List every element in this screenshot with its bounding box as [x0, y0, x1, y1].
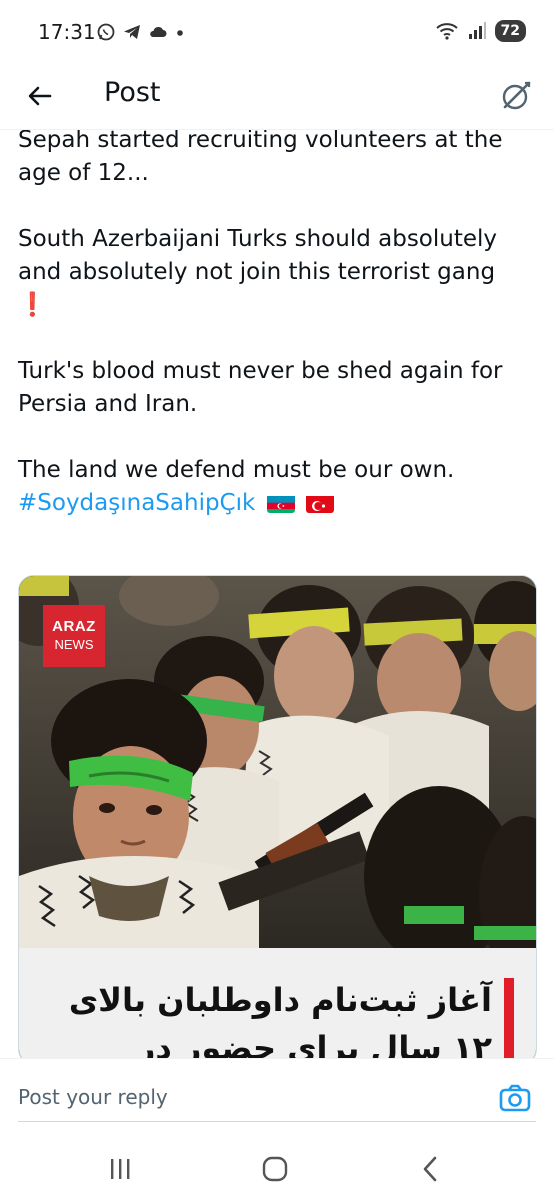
notification-icons [96, 22, 186, 42]
grok-icon [502, 81, 531, 110]
tweet-paragraph: Turk's blood must never be shed again fo… [18, 358, 503, 417]
araz-news-logo: ARAZ NEWS [43, 605, 105, 667]
home-button[interactable] [255, 1154, 295, 1184]
exclamation-emoji: ❗ [18, 292, 47, 318]
recents-button[interactable] [100, 1154, 140, 1184]
hashtag-link[interactable]: #SoydaşınaSahipÇık [18, 490, 255, 516]
reply-divider [18, 1121, 536, 1122]
home-icon [262, 1156, 288, 1182]
caption-accent-bar [504, 978, 514, 1064]
wifi-icon [435, 23, 458, 40]
cloud-icon [150, 26, 167, 37]
camera-button[interactable] [498, 1081, 532, 1115]
news-caption: آغاز ثبت‌نام داوطلبان بالای ۱۲ سال برای … [68, 981, 492, 1065]
whatsapp-icon [97, 23, 115, 41]
reply-bar: Post your reply [0, 1058, 554, 1142]
nav-back-button[interactable] [410, 1154, 450, 1184]
telegram-icon [124, 25, 140, 39]
system-icons: 72 [435, 20, 526, 42]
dot-icon [177, 30, 183, 36]
caption-band: آغاز ثبت‌نام داوطلبان بالای ۱۲ سال برای … [19, 948, 536, 1065]
camera-icon [499, 1084, 531, 1112]
tweet-paragraph: Sepah started recruiting volunteers at t… [18, 127, 503, 186]
page-title: Post [104, 77, 161, 108]
recents-icon [111, 1159, 130, 1179]
signal-icon [468, 22, 486, 39]
status-bar: 17:31 72 [0, 0, 554, 64]
tweet-paragraph-text: South Azerbaijani Turks should absolutel… [18, 226, 498, 285]
tweet-text: Sepah started recruiting volunteers at t… [18, 124, 538, 520]
logo-line1: ARAZ [52, 618, 96, 635]
system-navigation-bar [0, 1142, 554, 1200]
post-header: Post [0, 64, 554, 130]
reply-input[interactable]: Post your reply [18, 1085, 168, 1109]
back-button[interactable] [22, 78, 58, 114]
back-arrow-icon [28, 86, 52, 106]
tweet-paragraph: The land we defend must be our own. #Soy… [18, 454, 538, 520]
status-time: 17:31 [38, 20, 96, 44]
back-icon [423, 1156, 437, 1182]
tweet-paragraph: South Azerbaijani Turks should absolutel… [18, 223, 538, 322]
battery-indicator: 72 [494, 20, 526, 42]
tweet-media[interactable]: ARAZ NEWS آغاز ثبت‌نام داوطلبان بالای ۱۲… [18, 575, 537, 1065]
tweet-paragraph-text: The land we defend must be our own. [18, 457, 455, 483]
turkey-flag-icon [305, 493, 334, 513]
azerbaijan-flag-icon [266, 493, 295, 513]
grok-button[interactable] [496, 76, 536, 116]
logo-line2: NEWS [54, 637, 94, 652]
